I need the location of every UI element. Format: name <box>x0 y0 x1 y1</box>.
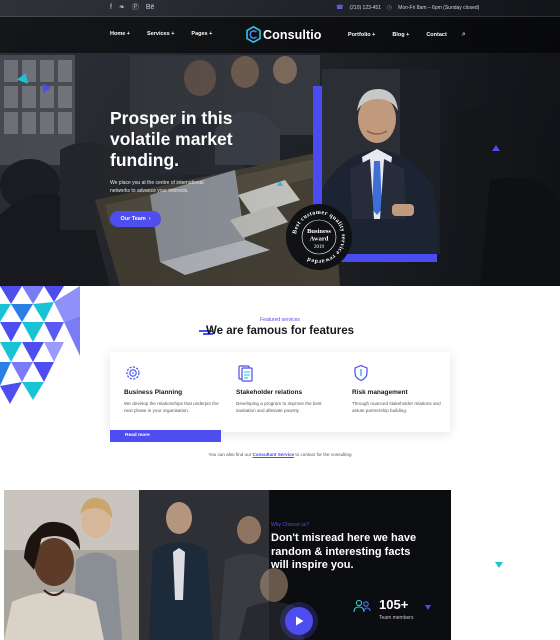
pinterest-icon[interactable]: Ⓟ <box>132 3 139 12</box>
nav-item-contact[interactable]: Contact <box>426 32 446 38</box>
hero-title-line-1: Prosper in this <box>110 108 233 128</box>
hero-section: f ❧ Ⓟ Bē ☎ (210) 123-451 ◷ Mon-Fri 8am –… <box>0 0 560 286</box>
nav-item-services[interactable]: Services + <box>147 31 174 37</box>
feature-description: We develop the relationships that underp… <box>124 401 219 413</box>
main-nav: Home + Services + Pages + Consultio Port… <box>0 17 560 53</box>
hero-title-line-3: funding. <box>110 150 180 170</box>
feature-description: Developing a program to improve the best… <box>236 401 322 413</box>
decor-triangle-cyan-3 <box>495 562 503 568</box>
logo-mark-icon <box>246 26 261 43</box>
nav-item-portfolio[interactable]: Portfolio + <box>348 32 375 38</box>
nav-left-group: Home + Services + Pages + <box>110 31 212 37</box>
gear-icon <box>126 366 140 380</box>
hero-title-line-2: volatile market <box>110 129 233 149</box>
why-title: Don't misread here we have random & inte… <box>271 532 417 571</box>
behance-icon[interactable]: Bē <box>146 3 155 12</box>
phone-number[interactable]: (210) 123-451 <box>349 5 380 11</box>
note-text-before: You can also find our <box>208 452 252 457</box>
clock-icon: ◷ <box>386 5 393 11</box>
document-icon <box>238 365 253 382</box>
top-bar: f ❧ Ⓟ Bē ☎ (210) 123-451 ◷ Mon-Fri 8am –… <box>0 0 560 16</box>
features-title: We are famous for features <box>205 325 355 337</box>
play-video-button[interactable] <box>285 607 313 635</box>
nav-right-group: Portfolio + Blog + Contact ⌕ <box>348 31 466 39</box>
hero-subtitle: We place you at the centre of internatio… <box>110 180 204 194</box>
business-award-badge: Best customer quality service rewarded B… <box>286 204 352 270</box>
features-card: Business Planning We develop the relatio… <box>110 352 450 432</box>
why-choose-us-section: Why Choose us? Don't misread here we hav… <box>0 490 560 640</box>
nav-item-home[interactable]: Home + <box>110 31 130 37</box>
chevron-right-icon: › <box>148 216 151 222</box>
geometric-pattern <box>0 286 80 404</box>
decor-triangle-blue-3 <box>425 605 431 610</box>
note-text-after: to contact for the consulting <box>295 452 352 457</box>
site-logo[interactable]: Consultio <box>246 26 322 43</box>
contact-info: ☎ (210) 123-451 ◷ Mon-Fri 8am – 6pm (Sun… <box>336 4 480 12</box>
feature-title: Risk management <box>352 389 408 396</box>
decor-triangle-blue-2 <box>492 145 500 151</box>
nav-item-pages[interactable]: Pages + <box>191 31 212 37</box>
feature-stakeholder-relations[interactable]: Stakeholder relations Developing a progr… <box>236 364 336 414</box>
twitter-icon[interactable]: ❧ <box>119 3 125 12</box>
badge-center-line-1: Business <box>307 228 331 235</box>
team-icon <box>353 599 371 613</box>
facebook-icon[interactable]: f <box>110 3 112 12</box>
feature-business-planning[interactable]: Business Planning We develop the relatio… <box>124 364 224 414</box>
logo-text: Consultio <box>263 27 322 42</box>
team-members-count: 105+ <box>379 597 409 612</box>
feature-title: Business Planning <box>124 389 183 396</box>
our-team-button-label: Our Team <box>120 216 146 222</box>
search-icon[interactable]: ⌕ <box>462 31 466 39</box>
why-eyebrow: Why Choose us? <box>271 522 310 528</box>
phone-icon: ☎ <box>336 5 344 11</box>
shield-icon <box>354 364 368 382</box>
feature-title: Stakeholder relations <box>236 389 303 396</box>
page: f ❧ Ⓟ Bē ☎ (210) 123-451 ◷ Mon-Fri 8am –… <box>0 0 560 640</box>
badge-year: 2019 <box>314 245 325 250</box>
our-team-button[interactable]: Our Team › <box>110 211 161 227</box>
consultant-service-link[interactable]: Consultant Service <box>252 452 294 457</box>
nav-item-blog[interactable]: Blog + <box>392 32 409 38</box>
social-links: f ❧ Ⓟ Bē <box>110 3 154 12</box>
team-members-label: Team members <box>379 615 414 621</box>
decor-triangle-cyan-2 <box>277 181 283 186</box>
team-photo <box>4 490 139 640</box>
opening-hours: Mon-Fri 8am – 6pm (Sunday closed) <box>398 4 480 11</box>
features-eyebrow: Featured services <box>260 317 300 323</box>
feature-risk-management[interactable]: Risk management Through nuanced stakehol… <box>352 364 452 414</box>
play-icon <box>295 616 303 626</box>
consultant-service-note: You can also find our Consultant Service… <box>0 452 560 457</box>
hero-title: Prosper in this volatile market funding. <box>110 108 280 171</box>
feature-description: Through nuanced stakeholder relations an… <box>352 401 441 413</box>
read-more-button[interactable]: Read more <box>110 430 221 442</box>
badge-center-line-2: Award <box>310 236 329 243</box>
features-section: Featured services We are famous for feat… <box>0 286 560 490</box>
